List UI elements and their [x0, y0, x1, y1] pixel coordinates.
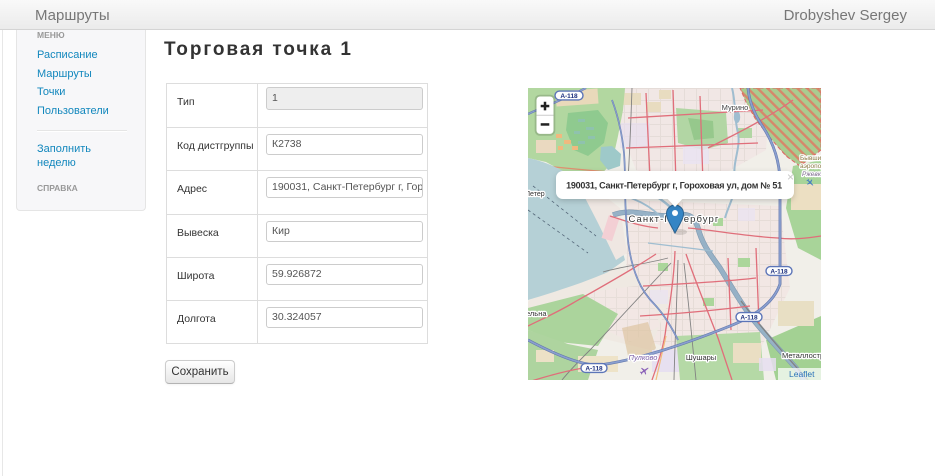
- svg-text:А-118: А-118: [770, 268, 788, 275]
- svg-text:А-118: А-118: [740, 314, 758, 321]
- svg-text:Ржевка: Ржевка: [802, 171, 821, 178]
- svg-text:Петер: Петер: [528, 191, 545, 198]
- svg-text:Шушары: Шушары: [686, 353, 716, 362]
- svg-text:А-118: А-118: [560, 93, 578, 100]
- svg-text:Пулково: Пулково: [629, 353, 658, 362]
- svg-text:ельна: ельна: [528, 309, 547, 318]
- svg-text:аэропор: аэропор: [800, 163, 821, 170]
- svg-text:А-118: А-118: [585, 365, 603, 372]
- svg-text:Бывший: Бывший: [800, 154, 821, 162]
- svg-text:Металлострой: Металлострой: [782, 351, 821, 360]
- svg-text:190031, Санкт-Петербург г, Гор: 190031, Санкт-Петербург г, Гороховая ул,…: [566, 181, 782, 191]
- svg-text:Leaflet: Leaflet: [789, 369, 815, 379]
- svg-text:Мурино: Мурино: [722, 103, 749, 112]
- svg-text:×: ×: [787, 170, 794, 184]
